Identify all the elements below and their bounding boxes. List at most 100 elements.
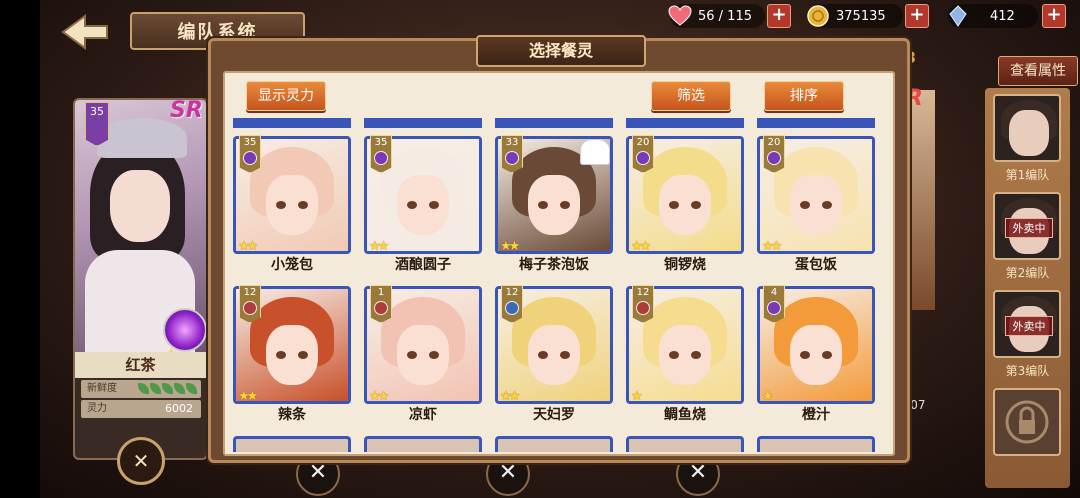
select-character-dialog: 选择餐灵 显示灵力 筛选 排序 ★★ 35 小笼包 ★★ 35 酒酿圆子 ★★ 33 梅子茶泡饭… [208,35,910,466]
level-badge: 12 [239,285,261,323]
element-gem-icon [505,151,519,165]
character-card[interactable]: ★ 4 橙汁 [757,285,875,424]
back-arrow-icon [61,14,108,50]
delivery-tag: 外卖中 [1005,316,1053,336]
level-badge: 33 [501,135,523,173]
star-rating: ★★ [500,389,520,404]
element-gem-icon [636,301,650,315]
gem-bar: 412 [948,4,1038,28]
element-gem-icon [636,151,650,165]
character-card[interactable]: ★★ 1 凉虾 [364,285,482,424]
team-1-label: 第1编队 [1005,168,1050,182]
level-badge: 20 [632,135,654,173]
cutlery-button[interactable]: ✕ [117,437,165,485]
element-gem-icon [374,151,388,165]
power-label: 灵力 [87,403,107,414]
show-power-button[interactable]: 显示灵力 [246,81,326,111]
element-gem-icon [243,151,257,165]
next-row-peek [495,436,613,452]
character-name: 梅子茶泡饭 [519,257,589,273]
star-rating: ★★ [369,239,389,254]
character-card[interactable]: ★★ 20 蛋包饭 [757,135,875,274]
level-number: 20 [767,137,781,148]
selected-character-card[interactable]: 35 SR ★ 红茶 新鲜度 灵力 6002 [73,98,208,460]
level-badge: 35 [370,135,392,173]
back-button[interactable] [55,10,115,54]
previous-row-peek [495,118,613,128]
character-name: 天妇罗 [533,407,575,423]
fork-knife-icon: ✕ [132,449,150,473]
character-card[interactable]: ★★ 35 酒酿圆子 [364,135,482,274]
star-rating: ★ [762,389,774,404]
character-name: 凉虾 [409,407,437,423]
level-number: 12 [505,287,519,298]
level-badge: 12 [632,285,654,323]
level-number: 12 [636,287,650,298]
level-number: 4 [770,287,778,298]
coin-value: 375135 [836,8,886,24]
level-badge: 4 [763,285,785,323]
affection-row: 新鲜度 [81,380,201,398]
add-gems-button[interactable]: + [1042,4,1066,28]
star-rating: ★★ [369,389,389,404]
star-rating: ★★ [631,239,651,254]
character-name: 红茶 [75,352,206,378]
next-row-peek [364,436,482,452]
dialog-title: 选择餐灵 [476,35,646,67]
team-2-slot[interactable]: 外卖中 [993,192,1061,260]
level-badge: 12 [501,285,523,323]
delivery-tag: 外卖中 [1005,218,1053,238]
character-grid: ★★ 35 小笼包 ★★ 35 酒酿圆子 ★★ 33 梅子茶泡饭 ★★ 20 铜锣烧 ★★ 20 蛋包饭 ★★… [221,118,881,466]
star-rating: ★★ [762,239,782,254]
add-coins-button[interactable]: + [905,4,929,28]
star-rating: ★★ [500,239,520,254]
star-rating: ★★ [238,239,258,254]
previous-row-peek [233,118,351,128]
stamina-bar: 56 / 115 [668,4,765,28]
team-2-label: 第2编队 [1005,266,1050,280]
next-row-peek [233,436,351,452]
power-row: 灵力 6002 [81,400,201,418]
team-3-slot[interactable]: 外卖中 [993,290,1061,358]
level-number: 35 [374,137,388,148]
sort-button[interactable]: 排序 [764,81,844,111]
next-row-peek [626,436,744,452]
filter-button[interactable]: 筛选 [651,81,731,111]
add-stamina-button[interactable]: + [767,4,791,28]
team-1-slot[interactable] [993,94,1061,162]
formation-screen: 编队系统 56 / 115 + 375135 + 412 + 35 SR ★ 红… [0,0,1080,498]
star-rating: ★★ [238,389,258,404]
level-number: 20 [636,137,650,148]
level-number: 1 [377,287,385,298]
stamina-value: 56 / 115 [698,8,752,24]
level-badge: 20 [763,135,785,173]
team-4-slot-locked[interactable] [993,388,1061,456]
affection-label: 新鲜度 [87,383,117,394]
view-attributes-button[interactable]: 查看属性 [998,56,1078,86]
character-card[interactable]: ★★ 33 梅子茶泡饭 [495,135,613,274]
rarity-badge: SR [170,98,203,123]
character-name: 酒酿圆子 [395,257,451,273]
crystal-icon [944,2,972,30]
star-rating: ★ [631,389,643,404]
level-number: 35 [243,137,257,148]
coin-icon [804,2,832,30]
lock-emblem-icon [1005,400,1049,444]
element-gem-icon [505,301,519,315]
character-card[interactable]: ★★ 20 铜锣烧 [626,135,744,274]
character-card[interactable]: ★★ 35 小笼包 [233,135,351,274]
character-card[interactable]: ★★ 12 天妇罗 [495,285,613,424]
level-number: 33 [505,137,519,148]
level-number: 12 [243,287,257,298]
element-gem-icon [243,301,257,315]
character-name: 鲷鱼烧 [664,407,706,423]
character-card[interactable]: ★★ 12 辣条 [233,285,351,424]
level-badge: 1 [370,285,392,323]
chef-hat-icon [580,139,610,165]
next-row-peek [757,436,875,452]
character-name: 小笼包 [271,257,313,273]
coin-bar: 375135 [807,4,903,28]
character-card[interactable]: ★ 12 鲷鱼烧 [626,285,744,424]
team-list: 第1编队 外卖中 第2编队 外卖中 第3编队 [985,88,1070,488]
element-gem-icon [767,151,781,165]
